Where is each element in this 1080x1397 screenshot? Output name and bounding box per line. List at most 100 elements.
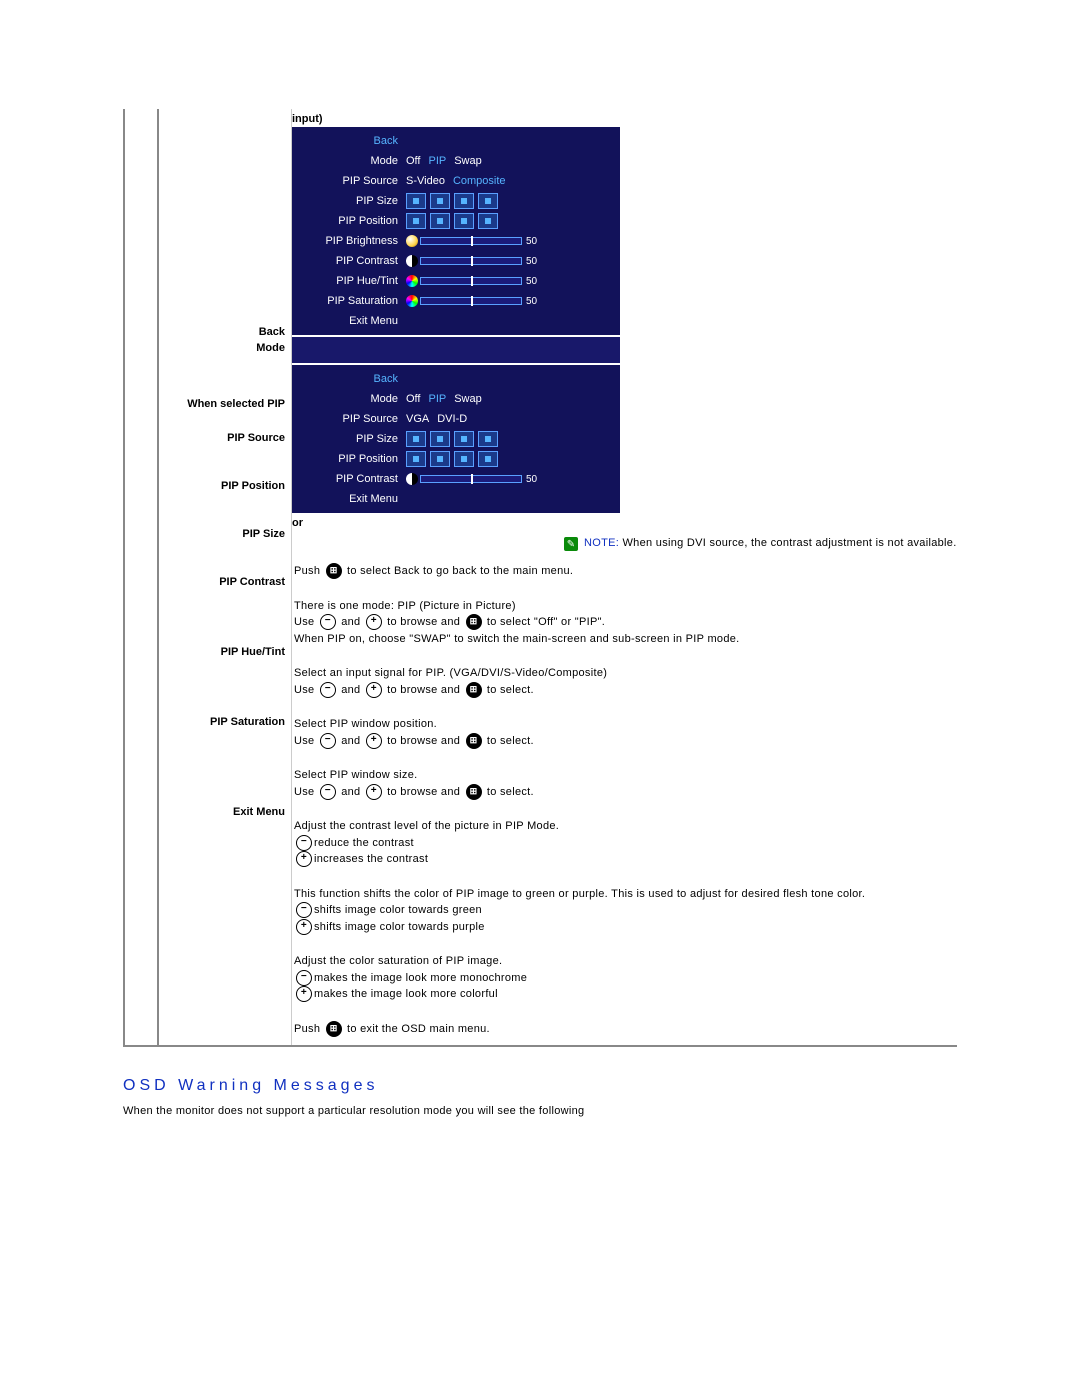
- desc-size: Select PIP window size. Use and to brows…: [294, 767, 955, 800]
- osd1-source-composite[interactable]: Composite: [453, 175, 506, 187]
- osd2-mode-off[interactable]: Off: [406, 393, 420, 405]
- content-column: input) Back Mode Off PIP Swap PIP Source…: [292, 109, 957, 1046]
- osd2-size-label: PIP Size: [300, 433, 406, 445]
- osd1-size-thumbs[interactable]: [406, 193, 498, 209]
- desc-exit: Push to exit the OSD main menu.: [294, 1021, 955, 1038]
- note-lead: NOTE:: [584, 537, 619, 549]
- menu-button-icon: [326, 563, 342, 579]
- osd1-source-svideo[interactable]: S-Video: [406, 175, 445, 187]
- osd2-source-label: PIP Source: [300, 413, 406, 425]
- osd1-mode-swap[interactable]: Swap: [454, 155, 482, 167]
- osd-divider-bar: [292, 337, 620, 363]
- osd2-mode-swap[interactable]: Swap: [454, 393, 482, 405]
- minus-button-icon: [320, 614, 336, 630]
- minus-button-icon: [296, 902, 312, 918]
- plus-button-icon: [296, 986, 312, 1002]
- plus-button-icon: [366, 733, 382, 749]
- minus-button-icon: [320, 733, 336, 749]
- osd2-position-thumbs[interactable]: [406, 451, 498, 467]
- osd-menu-1: Back Mode Off PIP Swap PIP Source S-Vide…: [292, 127, 620, 335]
- label-pip-size: PIP Size: [165, 526, 285, 542]
- osd1-mode-off[interactable]: Off: [406, 155, 420, 167]
- menu-button-icon: [466, 682, 482, 698]
- osd2-exit[interactable]: Exit Menu: [300, 493, 406, 505]
- osd2-size-thumbs[interactable]: [406, 431, 498, 447]
- desc-mode: There is one mode: PIP (Picture in Pictu…: [294, 598, 955, 648]
- osd1-sat-value: 50: [526, 296, 537, 307]
- osd1-hue-label: PIP Hue/Tint: [300, 275, 406, 287]
- osd1-position-thumbs[interactable]: [406, 213, 498, 229]
- osd2-source-vga[interactable]: VGA: [406, 413, 429, 425]
- plus-button-icon: [366, 784, 382, 800]
- section-title: OSD Warning Messages: [123, 1077, 1040, 1095]
- label-when-selected-pip: When selected PIP: [165, 396, 285, 412]
- label-back: Back: [165, 324, 285, 340]
- left-spacer-col: [124, 109, 158, 1046]
- osd2-mode-pip[interactable]: PIP: [428, 393, 446, 405]
- osd2-contrast-value: 50: [526, 474, 537, 485]
- note-icon: ✎: [564, 537, 578, 551]
- osd1-hue-value: 50: [526, 276, 537, 287]
- menu-button-icon: [466, 614, 482, 630]
- desc-saturation: Adjust the color saturation of PIP image…: [294, 953, 955, 1003]
- osd1-sat-label: PIP Saturation: [300, 295, 406, 307]
- label-pip-source: PIP Source: [165, 430, 285, 446]
- osd2-source-dvid[interactable]: DVI-D: [437, 413, 467, 425]
- osd1-contrast-value: 50: [526, 256, 537, 267]
- menu-button-icon: [466, 784, 482, 800]
- note-text: When using DVI source, the contrast adju…: [622, 537, 956, 549]
- osd1-position-label: PIP Position: [300, 215, 406, 227]
- plus-button-icon: [296, 919, 312, 935]
- osd1-mode-pip[interactable]: PIP: [428, 155, 446, 167]
- osd1-back[interactable]: Back: [300, 135, 406, 147]
- osd1-source-label: PIP Source: [300, 175, 406, 187]
- contrast-icon: [406, 255, 418, 267]
- menu-button-icon: [466, 733, 482, 749]
- page-root: Back Mode When selected PIP PIP Source P…: [0, 0, 1080, 1317]
- pip-settings-table: Back Mode When selected PIP PIP Source P…: [123, 109, 957, 1049]
- minus-button-icon: [296, 835, 312, 851]
- label-mode: Mode: [165, 340, 285, 356]
- osd1-sat-slider[interactable]: [420, 297, 522, 305]
- osd1-contrast-slider[interactable]: [420, 257, 522, 265]
- osd-menu-2: Back Mode Off PIP Swap PIP Source VGA DV…: [292, 365, 620, 513]
- section-body: When the monitor does not support a part…: [123, 1105, 1040, 1117]
- saturation-icon: [406, 295, 418, 307]
- label-pip-saturation: PIP Saturation: [165, 714, 285, 730]
- label-pip-position: PIP Position: [165, 478, 285, 494]
- osd1-hue-slider[interactable]: [420, 277, 522, 285]
- lower-section: OSD Warning Messages When the monitor do…: [123, 1077, 1080, 1317]
- osd1-exit[interactable]: Exit Menu: [300, 315, 406, 327]
- or-label: or: [292, 515, 957, 531]
- osd2-position-label: PIP Position: [300, 453, 406, 465]
- minus-button-icon: [296, 970, 312, 986]
- osd1-mode-label: Mode: [300, 155, 406, 167]
- menu-button-icon: [326, 1021, 342, 1037]
- description-block: Push to select Back to go back to the ma…: [292, 555, 957, 1045]
- osd1-size-label: PIP Size: [300, 195, 406, 207]
- brightness-icon: [406, 235, 418, 247]
- minus-button-icon: [320, 784, 336, 800]
- label-exit-menu: Exit Menu: [165, 804, 285, 820]
- osd1-brightness-label: PIP Brightness: [300, 235, 406, 247]
- desc-hue: This function shifts the color of PIP im…: [294, 886, 955, 936]
- contrast-icon: [406, 473, 418, 485]
- minus-button-icon: [320, 682, 336, 698]
- osd2-mode-label: Mode: [300, 393, 406, 405]
- desc-back: Push to select Back to go back to the ma…: [294, 563, 955, 580]
- labels-column: Back Mode When selected PIP PIP Source P…: [158, 109, 292, 1046]
- osd1-brightness-slider[interactable]: [420, 237, 522, 245]
- input-header: input): [292, 109, 957, 127]
- plus-button-icon: [296, 851, 312, 867]
- osd2-contrast-slider[interactable]: [420, 475, 522, 483]
- note-box: ✎ NOTE: When using DVI source, the contr…: [564, 531, 957, 555]
- osd2-back[interactable]: Back: [300, 373, 406, 385]
- label-pip-contrast: PIP Contrast: [165, 574, 285, 590]
- desc-contrast: Adjust the contrast level of the picture…: [294, 818, 955, 868]
- osd2-contrast-label: PIP Contrast: [300, 473, 406, 485]
- plus-button-icon: [366, 614, 382, 630]
- desc-position: Select PIP window position. Use and to b…: [294, 716, 955, 749]
- hue-icon: [406, 275, 418, 287]
- desc-source: Select an input signal for PIP. (VGA/DVI…: [294, 665, 955, 698]
- osd1-contrast-label: PIP Contrast: [300, 255, 406, 267]
